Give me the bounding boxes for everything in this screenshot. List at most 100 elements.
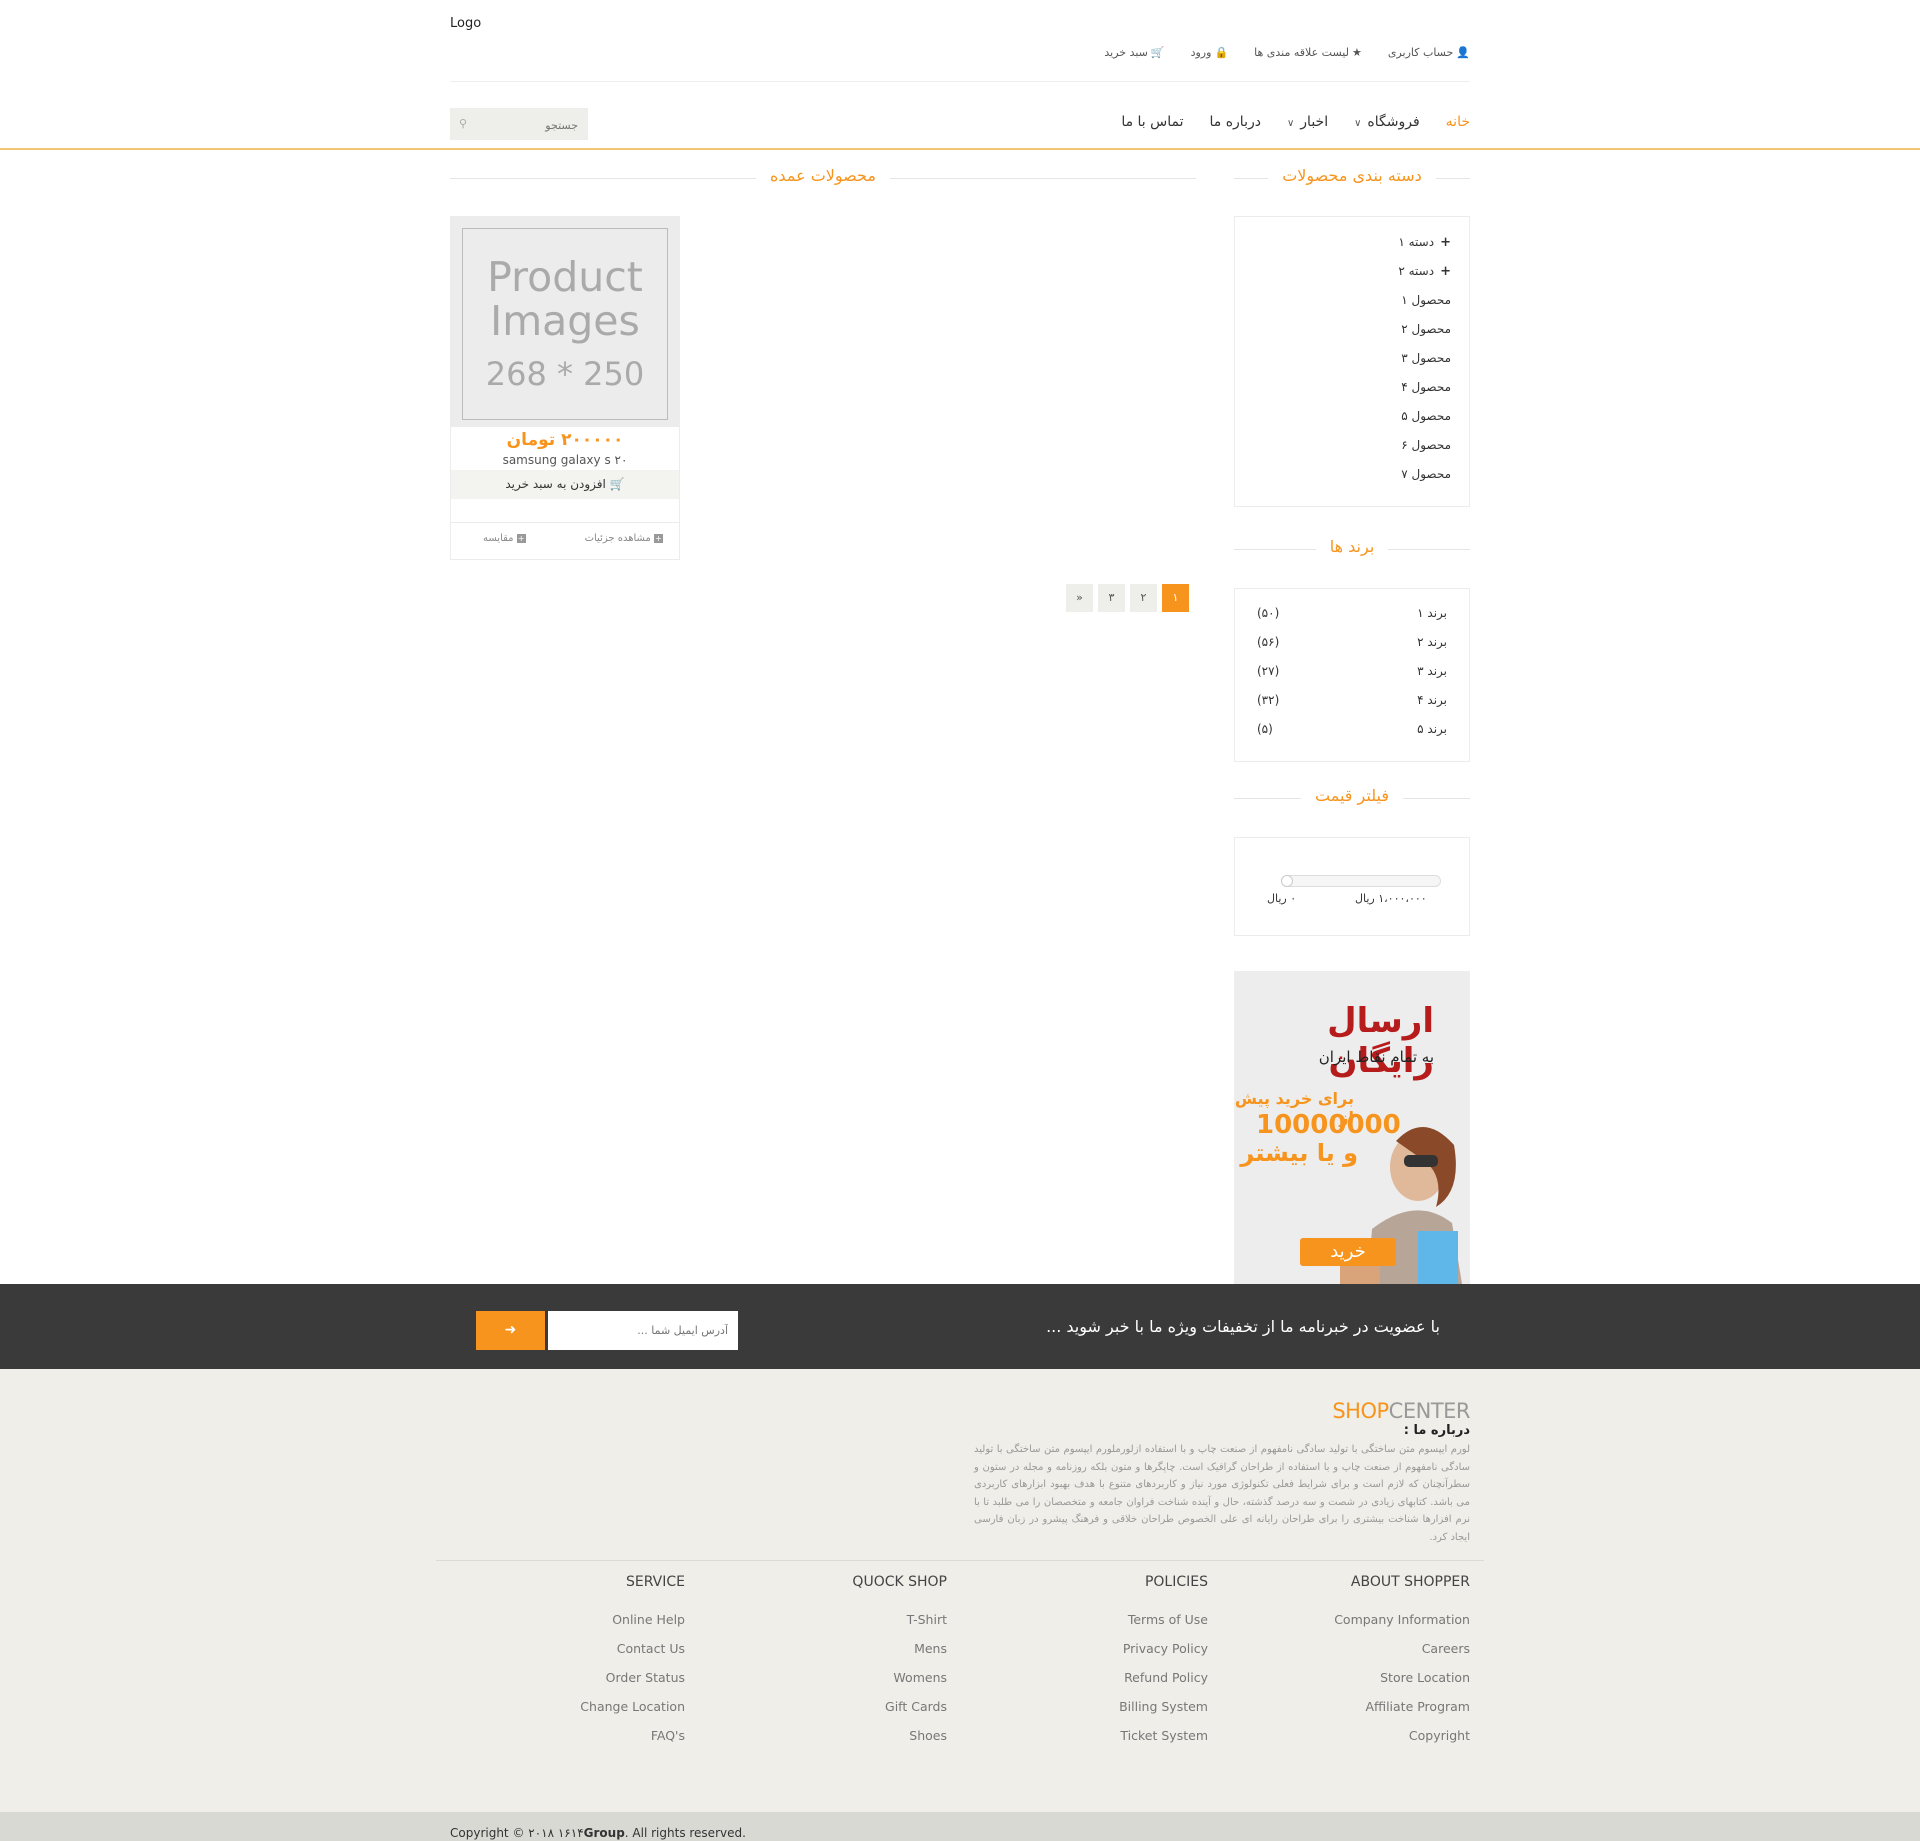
category-item[interactable]: محصول ۴ — [1398, 379, 1451, 408]
page-1[interactable]: ۱ — [1162, 584, 1189, 612]
lock-icon: 🔒 — [1214, 46, 1229, 59]
footer-link[interactable]: Careers — [1270, 1641, 1470, 1670]
nav-about[interactable]: درباره ما — [1210, 114, 1261, 130]
footer-link[interactable]: Gift Cards — [747, 1699, 947, 1728]
nav-home[interactable]: خانه — [1446, 114, 1470, 130]
free-shipping-banner[interactable]: ارسال رایگان به تمام نقاط ایران برای خری… — [1234, 971, 1470, 1284]
brand-item[interactable]: برند ۲ (۵۶) — [1257, 635, 1447, 655]
product-image[interactable]: Product Images 268 * 250 — [451, 217, 679, 427]
footer-link[interactable]: Affiliate Program — [1270, 1699, 1470, 1728]
footer-link[interactable]: T-Shirt — [747, 1612, 947, 1641]
category-item[interactable]: محصول ۵ — [1398, 408, 1451, 437]
account-link[interactable]: 👤حساب کاربری — [1388, 46, 1470, 59]
footer-brand-logo: SHOPCENTER — [1332, 1399, 1470, 1423]
cart-icon: 🛒 — [1150, 46, 1165, 59]
price-slider[interactable] — [1281, 875, 1441, 887]
footer-link[interactable]: Company Information — [1270, 1612, 1470, 1641]
categories-heading: دسته بندی محصولات — [1234, 166, 1470, 190]
page-3[interactable]: ۳ — [1098, 584, 1125, 612]
brands-box: برند ۱ (۵۰) برند ۲ (۵۶) برند ۳ (۲۷) برند ۴(… — [1234, 588, 1470, 762]
footer-link[interactable]: Online Help — [485, 1612, 685, 1641]
newsletter-text: با عضویت در خبرنامه ما از تخفیفات ویژه م… — [1046, 1317, 1440, 1336]
logo[interactable]: Logo — [450, 16, 481, 31]
category-list: +دسته ۱ +دسته ۲ محصول ۱ محصول ۲ محصول ۳ … — [1398, 234, 1451, 495]
footer-link[interactable]: Copyright — [1270, 1728, 1470, 1757]
wishlist-link[interactable]: ★لیست علاقه مندی ها — [1254, 46, 1362, 59]
brand-item[interactable]: برند ۴ (۳۲) — [1257, 693, 1447, 713]
footer-link[interactable]: Store Location — [1270, 1670, 1470, 1699]
footer-link[interactable]: Billing System — [1008, 1699, 1208, 1728]
footer-link[interactable]: Shoes — [747, 1728, 947, 1757]
footer-col-quick-shop: QUOCK SHOP T-Shirt Mens Womens Gift Card… — [747, 1574, 947, 1757]
plus-square-icon: + — [654, 533, 663, 543]
category-item[interactable]: +دسته ۱ — [1398, 234, 1451, 263]
plus-square-icon: + — [516, 533, 526, 543]
cart-icon: 🛒 — [605, 477, 625, 491]
footer-link[interactable]: Terms of Use — [1008, 1612, 1208, 1641]
divider — [451, 522, 679, 523]
categories-box: +دسته ۱ +دسته ۲ محصول ۱ محصول ۲ محصول ۳ … — [1234, 216, 1470, 507]
footer-link[interactable]: Order Status — [485, 1670, 685, 1699]
product-card: Product Images 268 * 250 ۲۰۰۰۰۰ تومان sam… — [450, 216, 680, 560]
slider-handle[interactable] — [1281, 875, 1293, 887]
newsletter-email-input[interactable] — [548, 1311, 738, 1350]
footer-link[interactable]: Privacy Policy — [1008, 1641, 1208, 1670]
price-filter-box: ۱،۰۰۰،۰۰۰ ریال ۰ ریال — [1234, 837, 1470, 936]
products-heading: محصولات عمده — [450, 166, 1196, 190]
arrow-circle-icon: ➜ — [504, 1322, 517, 1338]
footer-link[interactable]: Ticket System — [1008, 1728, 1208, 1757]
footer-divider — [436, 1560, 1484, 1561]
price-filter-heading: فیلتر قیمت — [1234, 786, 1470, 810]
brand-item[interactable]: برند ۱ (۵۰) — [1257, 606, 1447, 626]
price-min-label: ۰ ریال — [1267, 892, 1297, 905]
footer-about-title: درباره ما : — [1403, 1423, 1470, 1438]
footer-col-policies: POLICIES Terms of Use Privacy Policy Ref… — [1008, 1574, 1208, 1757]
search-icon[interactable]: ⚲ — [459, 117, 467, 130]
category-item[interactable]: محصول ۳ — [1398, 350, 1451, 379]
product-image-placeholder: Product Images 268 * 250 — [462, 228, 668, 420]
add-to-cart-button[interactable]: 🛒 افزودن به سبد خرید — [451, 470, 679, 499]
product-name[interactable]: samsung galaxy s ۲۰ — [451, 453, 679, 467]
login-link[interactable]: 🔒ورود — [1191, 46, 1229, 59]
brand-item[interactable]: برند ۵ (۵) — [1257, 722, 1447, 742]
footer-link[interactable]: Contact Us — [485, 1641, 685, 1670]
nav-shop[interactable]: فروشگاه∨ — [1354, 114, 1420, 130]
view-details-link[interactable]: + مشاهده جزئیات — [585, 533, 663, 544]
brands-heading: برند ها — [1234, 537, 1470, 561]
compare-link[interactable]: + مقایسه — [483, 533, 526, 544]
category-item[interactable]: محصول ۷ — [1398, 466, 1451, 495]
plus-icon[interactable]: + — [1440, 235, 1451, 250]
page-2[interactable]: ۲ — [1130, 584, 1157, 612]
footer-link[interactable]: FAQ's — [485, 1728, 685, 1757]
page-next[interactable]: » — [1066, 584, 1093, 612]
price-max-label: ۱،۰۰۰،۰۰۰ ریال — [1355, 892, 1427, 905]
top-bar: 👤حساب کاربری ★لیست علاقه مندی ها 🔒ورود 🛒… — [1104, 46, 1470, 59]
nav-contact[interactable]: تماس با ما — [1121, 114, 1183, 130]
product-price: ۲۰۰۰۰۰ تومان — [506, 430, 624, 450]
copyright-bar — [0, 1812, 1920, 1841]
main-nav: خانه فروشگاه∨ اخبار∨ درباره ما تماس با م… — [1121, 114, 1470, 130]
star-icon: ★ — [1351, 46, 1362, 59]
footer-link[interactable]: Refund Policy — [1008, 1670, 1208, 1699]
footer-link[interactable]: Change Location — [485, 1699, 685, 1728]
pagination: » ۳ ۲ ۱ — [1066, 584, 1189, 612]
footer-about-text: لورم ایپسوم متن ساختگی با تولید سادگی نا… — [974, 1444, 1470, 1543]
brand-item[interactable]: برند ۳ (۲۷) — [1257, 664, 1447, 684]
footer — [0, 1369, 1920, 1812]
buy-button[interactable]: خرید — [1300, 1238, 1396, 1266]
category-item[interactable]: +دسته ۲ — [1398, 263, 1451, 292]
newsletter-bar: با عضویت در خبرنامه ما از تخفیفات ویژه م… — [0, 1284, 1920, 1369]
search-input[interactable] — [466, 108, 580, 142]
category-item[interactable]: محصول ۶ — [1398, 437, 1451, 466]
plus-icon[interactable]: + — [1440, 264, 1451, 279]
nav-news[interactable]: اخبار∨ — [1287, 114, 1328, 130]
footer-link[interactable]: Womens — [747, 1670, 947, 1699]
search-box: ⚲ — [450, 108, 588, 142]
footer-link[interactable]: Mens — [747, 1641, 947, 1670]
footer-col-about: ABOUT SHOPPER Company Information Career… — [1270, 1574, 1470, 1757]
category-item[interactable]: محصول ۲ — [1398, 321, 1451, 350]
newsletter-submit-button[interactable]: ➜ — [476, 1311, 545, 1350]
category-item[interactable]: محصول ۱ — [1398, 292, 1451, 321]
chevron-down-icon: ∨ — [1286, 118, 1295, 129]
cart-link[interactable]: 🛒سبد خرید — [1104, 46, 1164, 59]
